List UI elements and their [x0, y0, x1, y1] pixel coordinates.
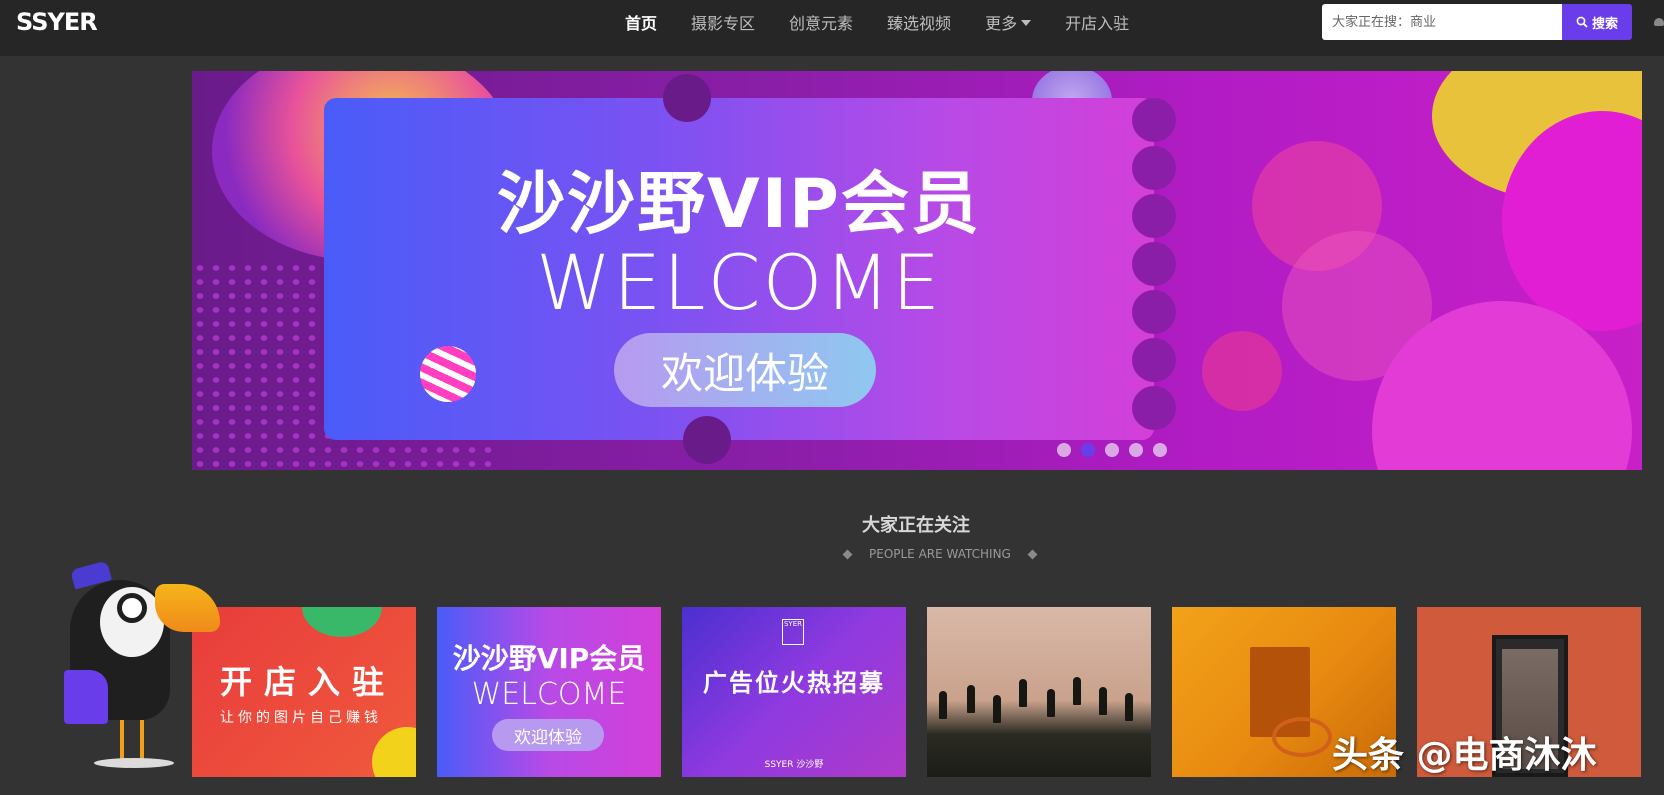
banner-cta-button[interactable]: 欢迎体验 — [614, 333, 876, 407]
site-logo[interactable]: SSYER — [16, 8, 98, 36]
ticket-notch — [663, 74, 711, 122]
silhouette — [1125, 693, 1133, 721]
watermark-text: 头条 @电商沐沐 — [1332, 735, 1597, 776]
banner-title: 沙沙野VIP会员 — [497, 165, 981, 244]
thumb-photo-silhouettes[interactable] — [927, 607, 1151, 777]
thumb-vip[interactable]: 沙沙野VIP会员 WELCOME 欢迎体验 — [437, 607, 661, 777]
thumb-title: 沙沙野VIP会员 — [452, 642, 646, 675]
thumb-cta: 欢迎体验 — [492, 719, 604, 751]
nav-item-creative[interactable]: 创意元素 — [789, 10, 853, 34]
thumb-caption: 让你的图片自己赚钱 — [220, 710, 382, 726]
search-button[interactable]: 搜索 — [1562, 4, 1632, 40]
ticket-notch — [683, 416, 731, 464]
thumb-ad-recruit[interactable]: SYER 广告位火热招募 SSYER 沙沙野 — [682, 607, 906, 777]
carousel-dot-5[interactable] — [1153, 443, 1167, 457]
decor-shadow — [1272, 717, 1332, 757]
decor-blob — [302, 607, 382, 637]
ticket-perforation — [1132, 386, 1176, 430]
search-box: 搜索 — [1322, 4, 1632, 40]
diamond-icon — [842, 549, 853, 559]
diamond-icon — [1027, 549, 1038, 559]
silhouette — [1099, 687, 1107, 715]
nav-item-photography[interactable]: 摄影专区 — [691, 10, 755, 34]
mascot-base — [94, 758, 174, 768]
thumb-subtitle: WELCOME — [471, 677, 627, 712]
thumb-caption: SSYER 沙沙野 — [764, 760, 824, 770]
decor-blob — [1202, 331, 1282, 411]
section-subtitle-text: PEOPLE ARE WATCHING — [869, 547, 1011, 561]
decor-ball — [420, 346, 476, 402]
nav-item-open-store[interactable]: 开店入驻 — [1065, 10, 1129, 34]
banner-subtitle: WELCOME — [536, 238, 942, 327]
mascot-wing — [64, 670, 108, 724]
thumb-open-store[interactable]: 开店入驻 让你的图片自己赚钱 — [192, 607, 416, 777]
carousel-dot-3[interactable] — [1105, 443, 1119, 457]
silhouette — [939, 691, 947, 719]
mascot-beak — [155, 584, 220, 632]
mascot-eye — [117, 593, 147, 623]
decor-blob — [372, 727, 416, 777]
hero-banner[interactable]: 沙沙野VIP会员 WELCOME 欢迎体验 — [192, 71, 1642, 470]
search-button-label: 搜索 — [1591, 16, 1618, 32]
top-nav-bar: SSYER 首页 摄影专区 创意元素 臻选视频 更多 开店入驻 搜索 — [0, 0, 1664, 56]
ticket-perforation — [1132, 98, 1176, 142]
nav-item-more-label: 更多 — [985, 14, 1018, 33]
carousel-dot-1[interactable] — [1057, 443, 1071, 457]
cloud-icon[interactable] — [1654, 18, 1664, 26]
carousel-dot-4[interactable] — [1129, 443, 1143, 457]
silhouette — [993, 695, 1001, 723]
carousel-dots — [1057, 443, 1177, 457]
nav-item-home[interactable]: 首页 — [625, 10, 657, 34]
silhouette — [967, 685, 975, 713]
silhouette — [1047, 689, 1055, 717]
silhouette — [1019, 679, 1027, 707]
section-subtitle: PEOPLE ARE WATCHING — [826, 547, 1054, 561]
ticket-perforation — [1132, 338, 1176, 382]
thumb-logo: SYER — [782, 619, 804, 645]
silhouette — [1073, 677, 1081, 705]
main-nav: 首页 摄影专区 创意元素 臻选视频 更多 开店入驻 — [625, 0, 1163, 44]
search-icon — [1576, 16, 1588, 28]
carousel-dot-2[interactable] — [1081, 443, 1095, 457]
thumb-title: 开店入驻 — [220, 663, 397, 701]
chevron-down-icon — [1021, 20, 1032, 26]
search-input[interactable] — [1322, 4, 1562, 40]
thumb-title: 广告位火热招募 — [703, 669, 885, 697]
nav-item-more[interactable]: 更多 — [985, 10, 1032, 34]
nav-item-video[interactable]: 臻选视频 — [887, 10, 951, 34]
mascot-legs — [120, 720, 144, 760]
section-title: 大家正在关注 — [862, 515, 970, 536]
